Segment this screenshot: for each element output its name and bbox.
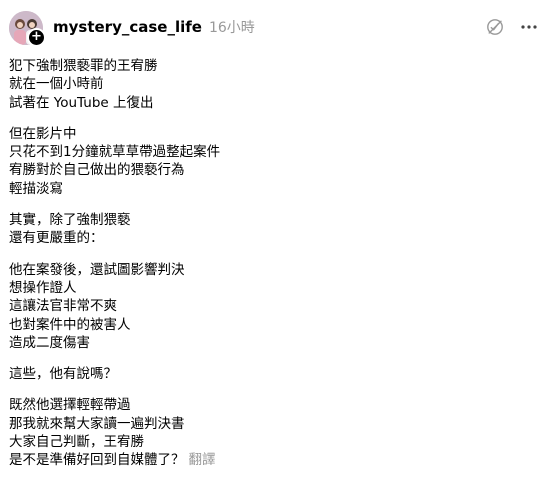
text-line: 只花不到1分鐘就草草帶過整起案件 <box>9 144 221 161</box>
text-line: 還有更嚴重的： <box>9 230 104 247</box>
text-line: 那我就來幫大家讀一遍判決書 <box>9 415 185 432</box>
paragraph: 他在案發後，還試圖影響判決 想操作證人 這讓法官非常不爽 也對案件中的被害人 造… <box>9 261 539 352</box>
follow-plus-icon[interactable]: + <box>27 28 46 47</box>
text-line: 宥勝對於自己做出的猥褻行為 <box>9 162 185 179</box>
text-line: 這些，他有說嗎？ <box>9 366 117 383</box>
text-line: 試著在 YouTube 上復出 <box>9 94 154 111</box>
text-line: 大家自己判斷，王宥勝 <box>9 434 144 451</box>
translate-link[interactable]: 翻譯 <box>189 452 216 468</box>
paragraph: 其實，除了強制猥褻 還有更嚴重的： <box>9 211 539 248</box>
activity-slash-icon[interactable] <box>485 17 505 37</box>
text-line: 其實，除了強制猥褻 <box>9 212 131 229</box>
avatar-container[interactable]: + <box>9 11 46 47</box>
text-line: 這讓法官非常不爽 <box>9 298 117 315</box>
more-horizontal-icon[interactable] <box>519 17 539 37</box>
paragraph: 犯下強制猥褻罪的王宥勝 就在一個小時前 試著在 YouTube 上復出 <box>9 57 539 112</box>
text-line: 犯下強制猥褻罪的王宥勝 <box>9 58 158 74</box>
text-line-content: 是不是準備好回到自媒體了？ <box>9 452 185 469</box>
text-line: 想操作證人 <box>9 279 77 296</box>
username-link[interactable]: mystery_case_life <box>53 18 202 36</box>
text-line: 他在案發後，還試圖影響判決 <box>9 261 185 278</box>
text-line: 造成二度傷害 <box>9 334 90 351</box>
threads-post: + mystery_case_life 16小時 犯下強制猥褻罪的王宥勝 就在一… <box>0 0 553 468</box>
post-body: 犯下強制猥褻罪的王宥勝 就在一個小時前 試著在 YouTube 上復出 但在影片… <box>9 57 539 483</box>
text-line: 就在一個小時前 <box>9 76 104 93</box>
post-header: mystery_case_life 16小時 <box>53 17 255 39</box>
text-line: 但在影片中 <box>9 125 77 142</box>
post-actions <box>485 17 539 37</box>
post-timestamp[interactable]: 16小時 <box>209 17 255 37</box>
last-text-line: 是不是準備好回到自媒體了？ 翻譯 <box>9 451 539 469</box>
text-line: 既然他選擇輕輕帶過 <box>9 397 131 414</box>
text-line: 輕描淡寫 <box>9 180 63 197</box>
paragraph: 但在影片中 只花不到1分鐘就草草帶過整起案件 宥勝對於自己做出的猥褻行為 輕描淡… <box>9 125 539 198</box>
paragraph: 這些，他有說嗎？ <box>9 365 539 383</box>
paragraph: 既然他選擇輕輕帶過 那我就來幫大家讀一遍判決書 大家自己判斷，王宥勝 是不是準備… <box>9 396 539 469</box>
text-line: 也對案件中的被害人 <box>9 316 131 333</box>
